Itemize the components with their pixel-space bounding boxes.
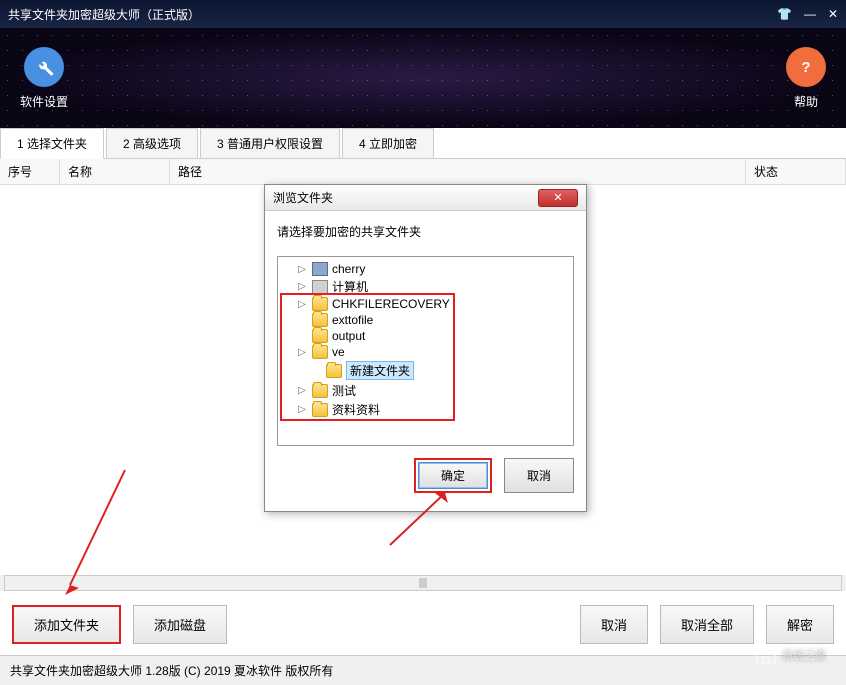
tree-item-label: 测试 xyxy=(332,382,356,399)
dialog-body: 请选择要加密的共享文件夹 ▷ cherry ▷ 计算机 ▷ CHKFILERECOVERY… xyxy=(265,211,586,511)
header: 软件设置 ? 帮助 xyxy=(0,28,846,128)
watermark-text: 系统之家 xyxy=(782,647,826,663)
dialog-ok-button[interactable]: 确定 xyxy=(418,462,488,489)
scrollbar-thumb[interactable] xyxy=(419,578,427,588)
folder-icon xyxy=(312,384,328,398)
cancel-all-button[interactable]: 取消全部 xyxy=(660,605,754,644)
dialog-close-button[interactable]: ✕ xyxy=(538,189,578,207)
tree-item[interactable]: 新建文件夹 xyxy=(282,360,569,381)
tabs: 1 选择文件夹 2 高级选项 3 普通用户权限设置 4 立即加密 xyxy=(0,128,846,159)
add-folder-button[interactable]: 添加文件夹 xyxy=(12,605,121,644)
tree-item[interactable]: exttofile xyxy=(282,312,569,328)
tree-item[interactable]: ▷ CHKFILERECOVERY xyxy=(282,296,569,312)
table-header: 序号 名称 路径 状态 xyxy=(0,159,846,185)
annotation-ok-highlight: 确定 xyxy=(414,458,492,493)
settings-button[interactable]: 软件设置 xyxy=(20,47,68,110)
tab-advanced[interactable]: 2 高级选项 xyxy=(106,128,198,158)
bottom-buttons: 添加文件夹 添加磁盘 取消 取消全部 解密 xyxy=(0,591,846,658)
wrench-icon xyxy=(24,47,64,87)
tree-item[interactable]: output xyxy=(282,328,569,344)
tree-item-label: ve xyxy=(332,345,345,359)
close-icon[interactable]: ✕ xyxy=(828,7,838,21)
folder-icon xyxy=(312,329,328,343)
expander-icon[interactable]: ▷ xyxy=(296,404,308,415)
status-text: 共享文件夹加密超级大师 1.28版 (C) 2019 夏冰软件 版权所有 xyxy=(10,662,333,679)
decrypt-button[interactable]: 解密 xyxy=(766,605,834,644)
folder-tree[interactable]: ▷ cherry ▷ 计算机 ▷ CHKFILERECOVERY exttofile outp… xyxy=(277,256,574,446)
folder-icon xyxy=(312,313,328,327)
col-name[interactable]: 名称 xyxy=(60,159,170,184)
tree-item-label: cherry xyxy=(332,262,365,276)
dialog-title-bar[interactable]: 浏览文件夹 ✕ xyxy=(265,185,586,211)
status-bar: 共享文件夹加密超级大师 1.28版 (C) 2019 夏冰软件 版权所有 xyxy=(0,655,846,685)
user-icon xyxy=(312,262,328,276)
expander-icon[interactable]: ▷ xyxy=(296,347,308,358)
house-icon xyxy=(754,645,778,665)
tree-item[interactable]: ▷ ve xyxy=(282,344,569,360)
shirt-icon[interactable]: 👕 xyxy=(777,7,792,21)
tree-item[interactable]: ▷ 资料资料 xyxy=(282,400,569,419)
horizontal-scrollbar[interactable] xyxy=(4,575,842,591)
expander-icon[interactable]: ▷ xyxy=(296,299,308,310)
tree-item[interactable]: ▷ 计算机 xyxy=(282,277,569,296)
dialog-prompt: 请选择要加密的共享文件夹 xyxy=(277,223,574,240)
tab-permissions[interactable]: 3 普通用户权限设置 xyxy=(200,128,340,158)
help-button[interactable]: ? 帮助 xyxy=(786,47,826,110)
col-status[interactable]: 状态 xyxy=(746,159,846,184)
minimize-icon[interactable]: — xyxy=(804,7,816,21)
window-controls: 👕 — ✕ xyxy=(777,7,838,21)
folder-icon xyxy=(312,403,328,417)
tree-item-label: 计算机 xyxy=(332,278,368,295)
folder-icon xyxy=(312,345,328,359)
tree-item-label: 新建文件夹 xyxy=(346,361,414,380)
help-label: 帮助 xyxy=(794,93,818,110)
tree-item-label: exttofile xyxy=(332,313,373,327)
dialog-title: 浏览文件夹 xyxy=(273,189,333,206)
add-disk-button[interactable]: 添加磁盘 xyxy=(133,605,227,644)
col-seq[interactable]: 序号 xyxy=(0,159,60,184)
watermark: 系统之家 xyxy=(754,645,826,665)
tree-item[interactable]: ▷ cherry xyxy=(282,261,569,277)
tab-select-folder[interactable]: 1 选择文件夹 xyxy=(0,128,104,159)
tree-item-label: output xyxy=(332,329,365,343)
window-title: 共享文件夹加密超级大师（正式版） xyxy=(8,6,200,23)
dialog-cancel-button[interactable]: 取消 xyxy=(504,458,574,493)
expander-icon[interactable]: ▷ xyxy=(296,264,308,275)
settings-label: 软件设置 xyxy=(20,93,68,110)
tree-item-label: CHKFILERECOVERY xyxy=(332,297,450,311)
question-icon: ? xyxy=(786,47,826,87)
title-bar: 共享文件夹加密超级大师（正式版） 👕 — ✕ xyxy=(0,0,846,28)
col-path[interactable]: 路径 xyxy=(170,159,746,184)
tree-item[interactable]: ▷ 测试 xyxy=(282,381,569,400)
expander-icon[interactable]: ▷ xyxy=(296,385,308,396)
computer-icon xyxy=(312,280,328,294)
cancel-button[interactable]: 取消 xyxy=(580,605,648,644)
tree-item-label: 资料资料 xyxy=(332,401,380,418)
folder-icon xyxy=(312,297,328,311)
dialog-buttons: 确定 取消 xyxy=(277,446,574,499)
tab-encrypt[interactable]: 4 立即加密 xyxy=(342,128,434,158)
folder-icon xyxy=(326,364,342,378)
expander-icon[interactable]: ▷ xyxy=(296,281,308,292)
browse-folder-dialog: 浏览文件夹 ✕ 请选择要加密的共享文件夹 ▷ cherry ▷ 计算机 ▷ CHKFILE… xyxy=(264,184,587,512)
svg-text:?: ? xyxy=(801,59,810,76)
